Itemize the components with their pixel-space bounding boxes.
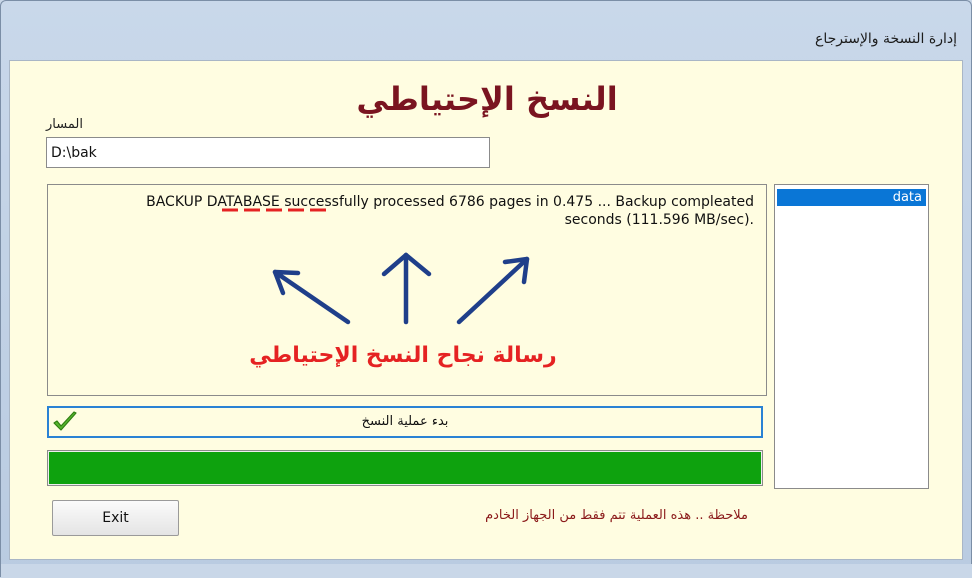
annotation-label: رسالة نجاح النسخ الإحتياطي — [249, 343, 557, 368]
note-text: ملاحظة .. هذه العملية تتم فقط من الجهاز … — [485, 508, 748, 523]
path-label: المسار — [46, 117, 83, 132]
log-line-2: .seconds (111.596 MB/sec) — [564, 212, 754, 228]
log-text: BACKUP DATABASE successfully processed 6… — [64, 193, 754, 229]
app-window: إدارة النسخة والإسترجاع النسخ الإحتياطي … — [0, 0, 972, 578]
window-bottom-border — [1, 564, 972, 578]
title-bar — [1, 1, 971, 35]
progress-bar — [47, 450, 763, 486]
database-list-item[interactable]: data — [777, 189, 926, 206]
page-title: النسخ الإحتياطي — [356, 80, 618, 118]
form-panel: النسخ الإحتياطي المسار BACKUP DATABASE s… — [9, 60, 963, 560]
log-line-1: BACKUP DATABASE successfully processed 6… — [146, 194, 754, 210]
path-input[interactable] — [46, 137, 490, 168]
start-backup-label: بدء عملية النسخ — [361, 414, 449, 429]
database-list[interactable]: data — [774, 184, 929, 489]
progress-bar-fill — [49, 452, 761, 484]
exit-button[interactable]: Exit — [52, 500, 179, 536]
start-backup-button[interactable]: بدء عملية النسخ — [47, 406, 763, 438]
window-title: إدارة النسخة والإسترجاع — [814, 31, 957, 47]
